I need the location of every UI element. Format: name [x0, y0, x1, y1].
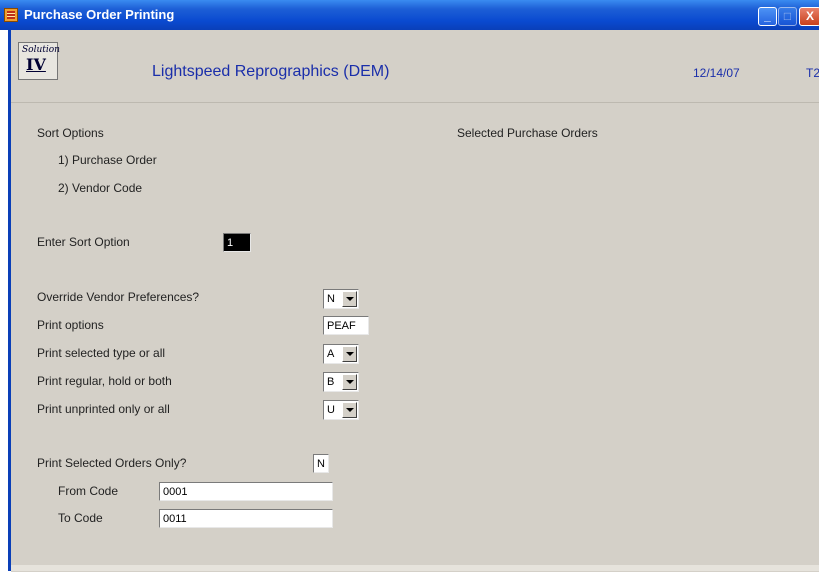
selected-type-value: A: [327, 348, 335, 360]
print-options-input[interactable]: PEAF: [323, 316, 369, 335]
to-code-input[interactable]: 0011: [159, 509, 333, 528]
window-title: Purchase Order Printing: [24, 7, 175, 22]
override-vendor-label: Override Vendor Preferences?: [37, 290, 200, 304]
to-code-label: To Code: [58, 511, 103, 525]
sort-option-input[interactable]: 1: [223, 233, 251, 252]
solution-iv-logo: Solution IV: [18, 42, 60, 80]
print-options-label: Print options: [37, 318, 104, 332]
from-code-input[interactable]: 0001: [159, 482, 333, 501]
status-strip: [11, 565, 819, 571]
maximize-button[interactable]: □: [778, 7, 797, 26]
unprinted-value: U: [327, 404, 335, 416]
override-vendor-dropdown[interactable]: N: [323, 289, 359, 309]
sort-option-purchase-order: 1) Purchase Order: [58, 153, 157, 167]
regular-hold-value: B: [327, 376, 335, 388]
dropdown-arrow-icon[interactable]: [342, 291, 357, 307]
regular-hold-label: Print regular, hold or both: [37, 374, 172, 388]
from-code-label: From Code: [58, 484, 119, 498]
title-bar: Purchase Order Printing _ □ X: [0, 0, 819, 30]
sort-options-heading: Sort Options: [37, 126, 104, 140]
regular-hold-dropdown[interactable]: B: [323, 372, 359, 392]
company-name: Lightspeed Reprographics (DEM): [152, 63, 390, 80]
dropdown-arrow-icon[interactable]: [342, 402, 357, 418]
logo-text-iv: IV: [26, 55, 46, 74]
selected-type-label: Print selected type or all: [37, 346, 166, 360]
selected-type-dropdown[interactable]: A: [323, 344, 359, 364]
minimize-button[interactable]: _: [758, 7, 777, 26]
terminal-id: T2: [806, 66, 819, 80]
selected-orders-only-label: Print Selected Orders Only?: [37, 456, 187, 470]
logo-text-top: Solution: [22, 45, 60, 55]
current-date: 12/14/07: [693, 66, 740, 80]
main-panel: [11, 102, 819, 572]
app-icon: [4, 8, 18, 22]
unprinted-dropdown[interactable]: U: [323, 400, 359, 420]
selected-purchase-orders-heading: Selected Purchase Orders: [457, 126, 598, 140]
close-button[interactable]: X: [799, 7, 819, 26]
sort-option-vendor-code: 2) Vendor Code: [58, 181, 143, 195]
override-vendor-value: N: [327, 293, 335, 305]
dropdown-arrow-icon[interactable]: [342, 346, 357, 362]
unprinted-label: Print unprinted only or all: [37, 402, 170, 416]
selected-orders-only-input[interactable]: N: [313, 454, 329, 473]
dropdown-arrow-icon[interactable]: [342, 374, 357, 390]
enter-sort-option-label: Enter Sort Option: [37, 235, 130, 249]
